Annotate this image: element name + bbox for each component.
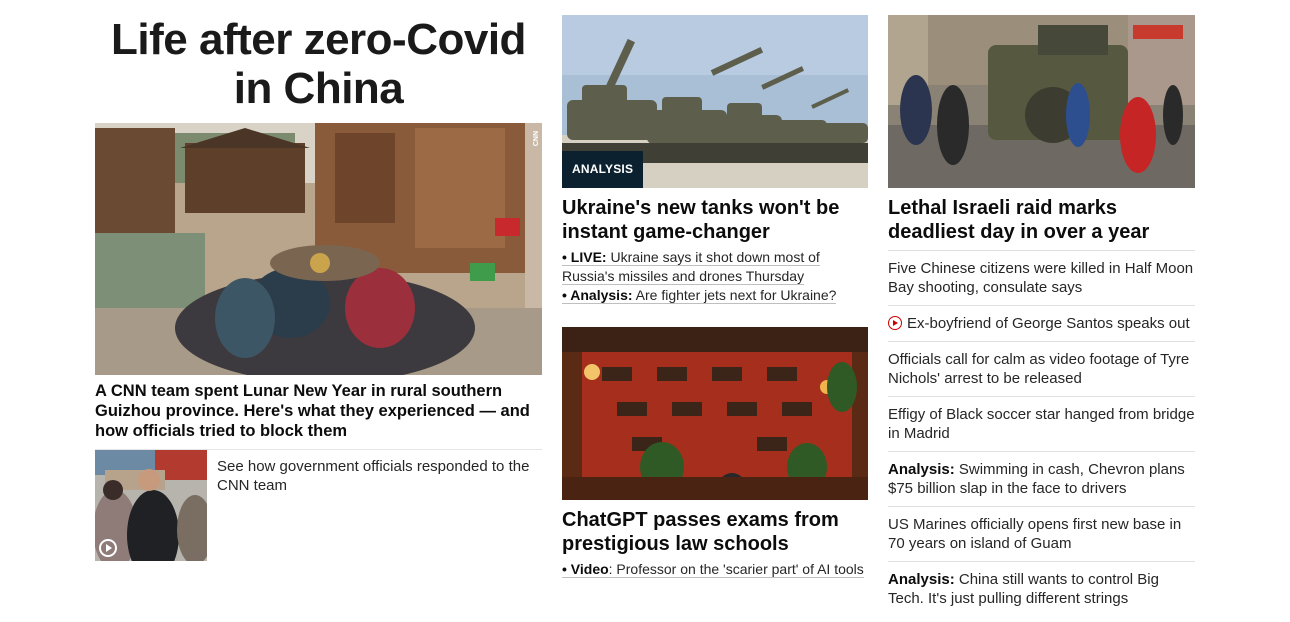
list-item-text: Effigy of Black soccer star hanged from …: [888, 406, 1195, 442]
chatgpt-image[interactable]: [562, 327, 868, 500]
israel-raid-image[interactable]: [888, 15, 1195, 188]
israel-headline[interactable]: Lethal Israeli raid marks deadliest day …: [888, 196, 1195, 244]
list-item[interactable]: Officials call for calm as video footage…: [888, 341, 1195, 396]
bullet-prefix: • Analysis:: [562, 287, 633, 303]
analysis-tag: ANALYSIS: [562, 151, 644, 188]
play-circle-icon: [888, 316, 902, 330]
hero-title[interactable]: Life after zero-Covid in China: [95, 15, 542, 123]
list-item[interactable]: Effigy of Black soccer star hanged from …: [888, 396, 1195, 451]
ukraine-headline[interactable]: Ukraine's new tanks won't be instant gam…: [562, 196, 868, 244]
ukraine-tanks-image[interactable]: ANALYSIS: [562, 15, 868, 188]
list-item-text: Officials call for calm as video footage…: [888, 351, 1190, 387]
bullet-prefix: • LIVE:: [562, 249, 607, 265]
list-item[interactable]: Five Chinese citizens were killed in Hal…: [888, 250, 1195, 305]
list-item[interactable]: US Marines officially opens first new ba…: [888, 506, 1195, 561]
sub-story-thumbnail[interactable]: [95, 450, 207, 561]
play-icon[interactable]: [99, 539, 117, 557]
hero-image[interactable]: CNN: [95, 123, 542, 375]
headline-list: Five Chinese citizens were killed in Hal…: [888, 250, 1195, 616]
hero-headline[interactable]: A CNN team spent Lunar New Year in rural…: [95, 381, 542, 441]
list-item[interactable]: Ex-boyfriend of George Santos speaks out: [888, 305, 1195, 341]
bullet-text: : Professor on the 'scarier part' of AI …: [608, 561, 864, 577]
list-item-prefix: Analysis:: [888, 571, 955, 588]
bullet-prefix: • Video: [562, 561, 609, 577]
list-item-text: Five Chinese citizens were killed in Hal…: [888, 260, 1194, 296]
cnn-watermark: CNN: [533, 131, 540, 147]
list-item-text: Ex-boyfriend of George Santos speaks out: [907, 315, 1190, 332]
list-item-prefix: Analysis:: [888, 461, 955, 478]
ukraine-live-link[interactable]: • LIVE: Ukraine says it shot down most o…: [562, 248, 868, 286]
sub-story-link[interactable]: See how government officials responded t…: [217, 457, 542, 495]
chatgpt-headline[interactable]: ChatGPT passes exams from prestigious la…: [562, 508, 868, 556]
list-item-text: US Marines officially opens first new ba…: [888, 516, 1182, 552]
lead-story: Life after zero-Covid in China CNN A CNN…: [95, 0, 542, 561]
list-item[interactable]: Analysis: Swimming in cash, Chevron plan…: [888, 451, 1195, 506]
bullet-text: Are fighter jets next for Ukraine?: [635, 287, 837, 303]
ukraine-analysis-link[interactable]: • Analysis: Are fighter jets next for Uk…: [562, 286, 837, 305]
chatgpt-video-link[interactable]: • Video: Professor on the 'scarier part'…: [562, 560, 864, 579]
list-item[interactable]: Analysis: China still wants to control B…: [888, 561, 1195, 616]
